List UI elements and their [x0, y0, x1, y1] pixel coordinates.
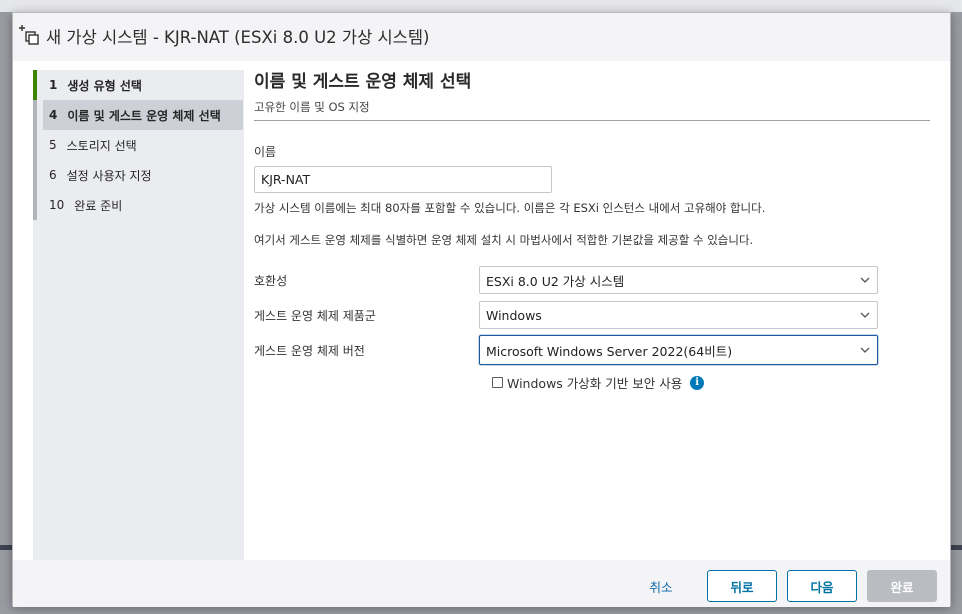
step-label: 이름 및 게스트 운영 체제 선택 [67, 108, 221, 123]
vbs-label[interactable]: Windows 가상화 기반 보안 사용 [507, 373, 682, 392]
os-family-value: Windows [486, 307, 542, 323]
chevron-down-icon [860, 347, 870, 353]
step-label: 설정 사용자 지정 [66, 168, 152, 183]
step-number: 6 [49, 168, 57, 182]
step-select-name-os[interactable]: 4 이름 및 게스트 운영 체제 선택 [43, 100, 243, 130]
step-customize-settings[interactable]: 6 설정 사용자 지정 [37, 160, 244, 190]
vbs-checkbox[interactable] [492, 377, 503, 388]
step-select-creation-type[interactable]: 1 생성 유형 선택 [37, 70, 244, 100]
step-number: 1 [49, 78, 58, 92]
back-button[interactable]: 뒤로 [707, 570, 777, 602]
step-label: 생성 유형 선택 [67, 78, 142, 93]
name-help-text: 가상 시스템 이름에는 최대 80자를 포함할 수 있습니다. 이름은 각 ES… [254, 201, 766, 215]
os-family-label: 게스트 운영 체제 제품군 [254, 309, 376, 323]
compatibility-label: 호환성 [254, 274, 288, 288]
new-vm-dialog: 새 가상 시스템 - KJR-NAT (ESXi 8.0 U2 가상 시스템) … [12, 12, 951, 607]
os-version-select[interactable]: Microsoft Windows Server 2022(64비트) [479, 335, 878, 365]
info-icon[interactable]: i [690, 375, 705, 390]
os-help-text: 여기서 게스트 운영 체제를 식별하면 운영 체제 설치 시 마법사에서 적합한… [254, 233, 754, 247]
chevron-down-icon [860, 312, 870, 318]
chevron-down-icon [860, 277, 870, 283]
compatibility-select[interactable]: ESXi 8.0 U2 가상 시스템 [479, 266, 878, 294]
step-number: 4 [49, 108, 58, 122]
step-ready-to-complete[interactable]: 10 완료 준비 [37, 190, 244, 220]
dialog-header: 새 가상 시스템 - KJR-NAT (ESXi 8.0 U2 가상 시스템) [13, 13, 950, 61]
dialog-title: 새 가상 시스템 - KJR-NAT (ESXi 8.0 U2 가상 시스템) [46, 28, 430, 47]
step-label: 완료 준비 [74, 198, 123, 213]
title-divider [254, 120, 930, 121]
wizard-content: 이름 및 게스트 운영 체제 선택 고유한 이름 및 OS 지정 이름 가상 시… [244, 61, 950, 560]
os-version-label: 게스트 운영 체제 버전 [254, 344, 365, 358]
cancel-button[interactable]: 취소 [641, 570, 681, 602]
os-version-value: Microsoft Windows Server 2022(64비트) [486, 343, 733, 359]
wizard-sidebar: 1 생성 유형 선택 4 이름 및 게스트 운영 체제 선택 5 스토리지 선택… [33, 70, 244, 560]
os-family-select[interactable]: Windows [479, 301, 878, 329]
next-button[interactable]: 다음 [787, 570, 857, 602]
vm-name-input[interactable] [254, 166, 552, 193]
page-title: 이름 및 게스트 운영 체제 선택 [254, 72, 472, 92]
step-label: 스토리지 선택 [66, 138, 137, 153]
background-strip [0, 0, 962, 12]
compatibility-value: ESXi 8.0 U2 가상 시스템 [486, 273, 625, 289]
dialog-footer: 취소 뒤로 다음 완료 [13, 560, 950, 607]
page-subtitle: 고유한 이름 및 OS 지정 [254, 100, 370, 114]
step-select-storage[interactable]: 5 스토리지 선택 [37, 130, 244, 160]
new-vm-icon [19, 25, 39, 45]
step-number: 10 [49, 198, 65, 212]
vbs-option: Windows 가상화 기반 보안 사용 i [492, 373, 705, 392]
finish-button[interactable]: 완료 [867, 570, 937, 602]
name-label: 이름 [254, 145, 277, 159]
step-number: 5 [49, 138, 57, 152]
